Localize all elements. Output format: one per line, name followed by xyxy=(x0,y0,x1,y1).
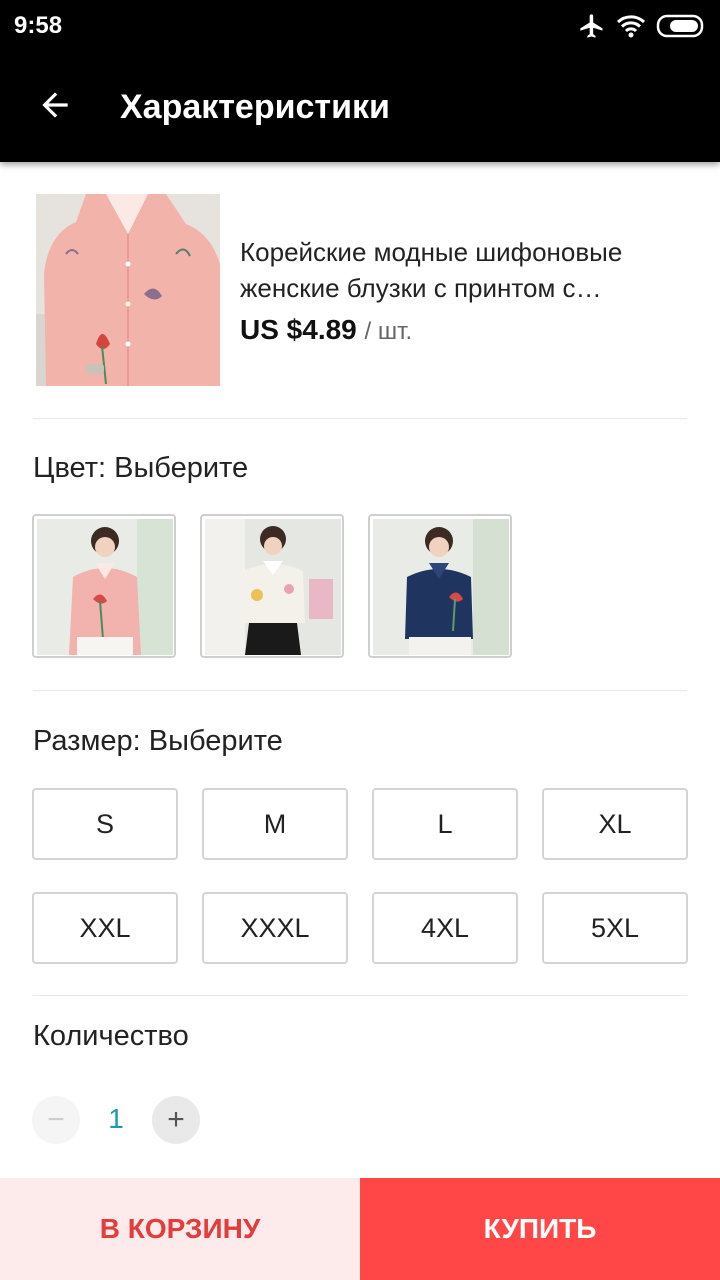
size-option-4xl[interactable]: 4XL xyxy=(372,892,518,964)
arrow-left-icon xyxy=(36,86,74,129)
product-info: Корейские модные шифоновые женские блузк… xyxy=(240,234,690,346)
divider xyxy=(33,690,687,691)
status-icons xyxy=(578,12,706,40)
quantity-increase-button[interactable]: + xyxy=(152,1096,200,1144)
color-option-pink[interactable] xyxy=(32,514,176,658)
add-to-cart-button[interactable]: В КОРЗИНУ xyxy=(0,1178,360,1280)
bottom-action-bar: В КОРЗИНУ КУПИТЬ xyxy=(0,1178,720,1280)
quantity-decrease-button[interactable]: − xyxy=(32,1096,80,1144)
battery-icon xyxy=(656,13,706,39)
size-option-xxl[interactable]: XXL xyxy=(32,892,178,964)
page-title: Характеристики xyxy=(120,88,390,126)
status-bar: 9:58 xyxy=(0,0,720,52)
product-price-row: US $4.89 / шт. xyxy=(240,314,690,346)
size-option-s[interactable]: S xyxy=(32,788,178,860)
product-price: US $4.89 xyxy=(240,314,357,345)
divider xyxy=(33,418,687,419)
size-option-5xl[interactable]: 5XL xyxy=(542,892,688,964)
price-unit: / шт. xyxy=(364,318,413,345)
product-summary: Корейские модные шифоновые женские блузк… xyxy=(36,194,688,388)
size-label: Размер: Выберите xyxy=(33,725,283,757)
size-option-xl[interactable]: XL xyxy=(542,788,688,860)
size-option-l[interactable]: L xyxy=(372,788,518,860)
size-option-xxxl[interactable]: XXXL xyxy=(202,892,348,964)
status-time: 9:58 xyxy=(14,12,63,39)
size-option-m[interactable]: M xyxy=(202,788,348,860)
product-image xyxy=(36,194,220,386)
app-bar: Характеристики xyxy=(0,52,720,162)
divider xyxy=(33,995,687,996)
wifi-icon xyxy=(616,13,646,39)
product-title: Корейские модные шифоновые женские блузк… xyxy=(240,237,623,303)
color-label: Цвет: Выберите xyxy=(33,452,249,484)
color-option-white[interactable] xyxy=(200,514,344,658)
quantity-label: Количество xyxy=(33,1020,189,1052)
buy-now-button[interactable]: КУПИТЬ xyxy=(360,1178,720,1280)
back-button[interactable] xyxy=(30,82,80,132)
color-option-navy[interactable] xyxy=(368,514,512,658)
airplane-icon xyxy=(578,12,606,40)
quantity-value: 1 xyxy=(108,1103,124,1134)
